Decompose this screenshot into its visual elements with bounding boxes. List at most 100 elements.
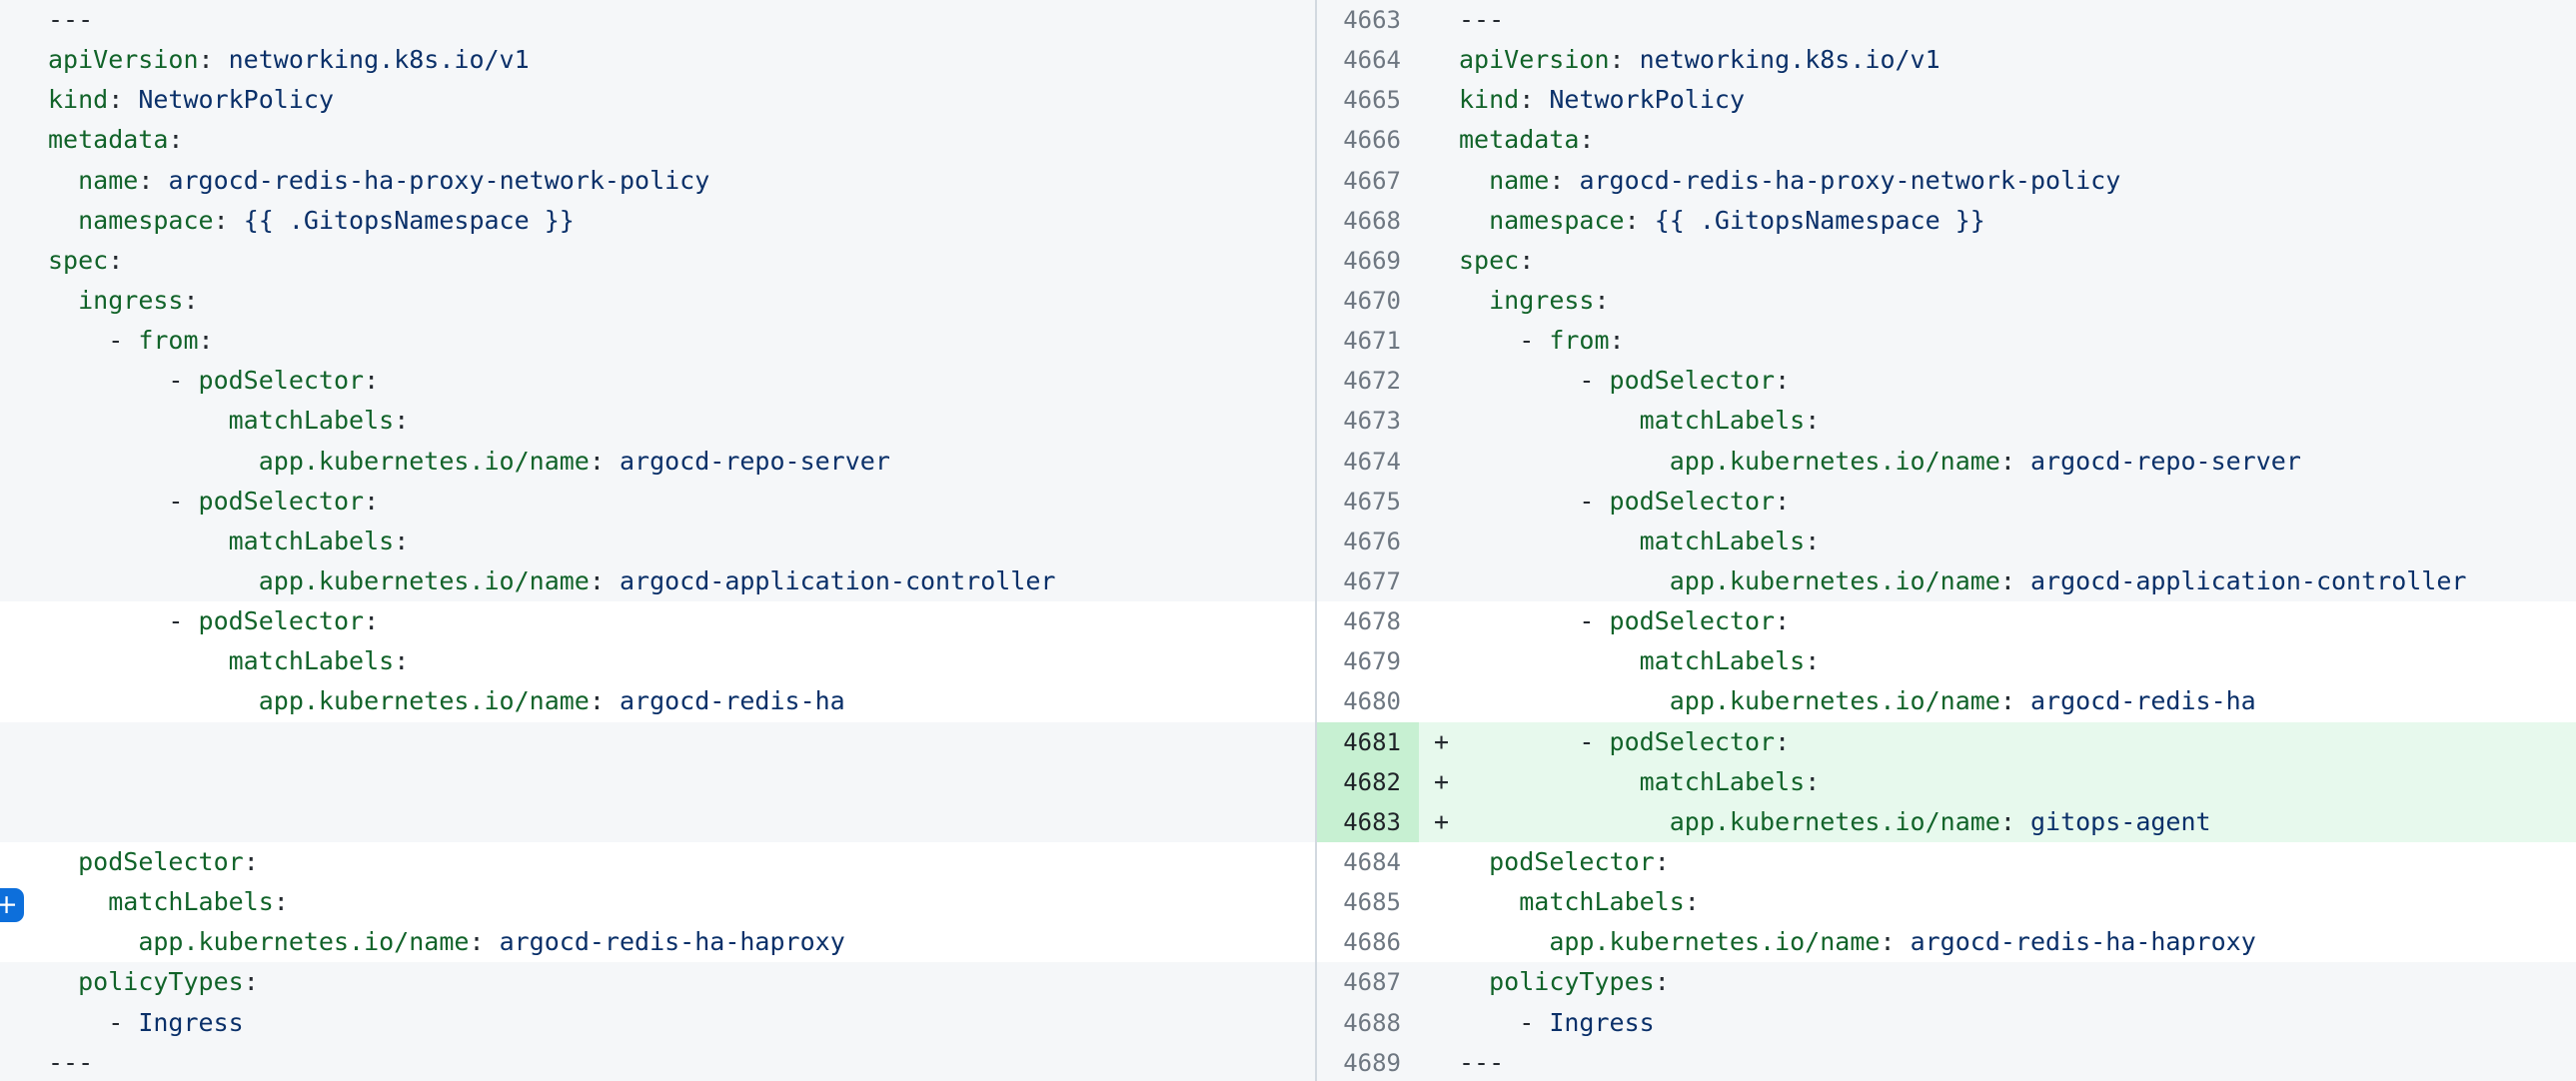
- yaml-punctuation: [1459, 967, 1489, 996]
- yaml-punctuation: [48, 286, 78, 315]
- old-code-cell: ingress:: [0, 281, 1317, 321]
- yaml-punctuation: [48, 527, 229, 555]
- yaml-value: argocd-application-controller: [620, 566, 1056, 595]
- new-line-number[interactable]: 4687: [1317, 962, 1419, 1002]
- new-line-number[interactable]: 4674: [1317, 442, 1419, 482]
- new-line-number[interactable]: 4673: [1317, 401, 1419, 441]
- new-line-number[interactable]: 4688: [1317, 1003, 1419, 1043]
- diff-added-marker: [1419, 161, 1459, 201]
- old-code-cell: app.kubernetes.io/name: argocd-redis-ha-…: [0, 922, 1317, 962]
- new-code-cell: kind: NetworkPolicy: [1459, 80, 2576, 120]
- yaml-punctuation: :: [590, 447, 620, 476]
- yaml-punctuation: [1459, 166, 1489, 195]
- diff-row: matchLabels:4676 matchLabels:: [0, 522, 2576, 561]
- yaml-punctuation: :: [1594, 286, 1609, 315]
- yaml-punctuation: :: [394, 406, 409, 435]
- yaml-punctuation: [48, 447, 259, 476]
- diff-row: app.kubernetes.io/name: argocd-repo-serv…: [0, 442, 2576, 482]
- diff-row: - Ingress4688 - Ingress: [0, 1003, 2576, 1043]
- yaml-punctuation: :: [183, 286, 198, 315]
- yaml-punctuation: :: [1519, 85, 1549, 114]
- yaml-value: argocd-redis-ha-proxy-network-policy: [168, 166, 709, 195]
- new-line-number[interactable]: 4667: [1317, 161, 1419, 201]
- yaml-punctuation: :: [1655, 847, 1670, 876]
- old-code-cell: kind: NetworkPolicy: [0, 80, 1317, 120]
- new-line-number[interactable]: 4670: [1317, 281, 1419, 321]
- yaml-punctuation: [1459, 927, 1549, 956]
- diff-added-marker: [1419, 601, 1459, 641]
- old-code-cell: ---: [0, 1043, 1317, 1081]
- new-code-cell: matchLabels:: [1459, 641, 2576, 681]
- yaml-value: NetworkPolicy: [138, 85, 334, 114]
- yaml-punctuation: [48, 406, 229, 435]
- old-code-cell: [0, 762, 1317, 802]
- new-line-number[interactable]: 4676: [1317, 522, 1419, 561]
- yaml-punctuation: :: [1775, 487, 1790, 516]
- yaml-key: app.kubernetes.io/name: [259, 686, 590, 715]
- old-code-cell: ---: [0, 0, 1317, 40]
- yaml-punctuation: :: [1625, 206, 1655, 235]
- new-line-number[interactable]: 4675: [1317, 482, 1419, 522]
- new-line-number[interactable]: 4665: [1317, 80, 1419, 120]
- yaml-punctuation: [48, 166, 78, 195]
- yaml-punctuation: :: [1610, 326, 1625, 355]
- yaml-key: app.kubernetes.io/name: [1670, 566, 2000, 595]
- new-code-cell: apiVersion: networking.k8s.io/v1: [1459, 40, 2576, 80]
- new-line-number[interactable]: 4689: [1317, 1043, 1419, 1081]
- new-line-number[interactable]: 4682: [1317, 762, 1419, 802]
- new-code-cell: - podSelector:: [1459, 361, 2576, 401]
- new-code-cell: ingress:: [1459, 281, 2576, 321]
- diff-row: - podSelector:4675 - podSelector:: [0, 482, 2576, 522]
- new-line-number[interactable]: 4668: [1317, 201, 1419, 241]
- diff-added-marker: [1419, 361, 1459, 401]
- diff-row: podSelector:4684 podSelector:: [0, 842, 2576, 882]
- new-line-number[interactable]: 4686: [1317, 922, 1419, 962]
- diff-row: 4683+ app.kubernetes.io/name: gitops-age…: [0, 802, 2576, 842]
- old-code-cell: [0, 722, 1317, 762]
- yaml-punctuation: :: [138, 166, 168, 195]
- yaml-key: matchLabels: [108, 887, 274, 916]
- new-line-number[interactable]: 4669: [1317, 241, 1419, 281]
- yaml-key: podSelector: [199, 487, 365, 516]
- new-line-number[interactable]: 4663: [1317, 0, 1419, 40]
- diff-added-marker: [1419, 40, 1459, 80]
- yaml-key: podSelector: [1489, 847, 1655, 876]
- old-code-cell: - podSelector:: [0, 482, 1317, 522]
- new-line-number[interactable]: 4664: [1317, 40, 1419, 80]
- add-line-comment-button[interactable]: +: [0, 888, 24, 922]
- new-line-number[interactable]: 4666: [1317, 120, 1419, 160]
- yaml-punctuation: [48, 847, 78, 876]
- yaml-punctuation: :: [168, 125, 183, 154]
- yaml-punctuation: :: [244, 967, 259, 996]
- diff-added-marker: [1419, 842, 1459, 882]
- old-code-cell: - Ingress: [0, 1003, 1317, 1043]
- diff-added-marker: [1419, 201, 1459, 241]
- yaml-punctuation: :: [394, 527, 409, 555]
- new-line-number[interactable]: 4680: [1317, 681, 1419, 721]
- diff-added-marker: [1419, 442, 1459, 482]
- new-line-number[interactable]: 4671: [1317, 321, 1419, 361]
- yaml-value: argocd-repo-server: [2030, 447, 2301, 476]
- new-line-number[interactable]: 4672: [1317, 361, 1419, 401]
- yaml-key: app.kubernetes.io/name: [1670, 807, 2000, 836]
- yaml-punctuation: -: [48, 606, 199, 635]
- new-line-number[interactable]: 4678: [1317, 601, 1419, 641]
- yaml-punctuation: [48, 927, 138, 956]
- yaml-key: matchLabels: [229, 646, 395, 675]
- yaml-punctuation: -: [1459, 606, 1610, 635]
- new-line-number[interactable]: 4681: [1317, 722, 1419, 762]
- yaml-punctuation: :: [214, 206, 244, 235]
- new-line-number[interactable]: 4679: [1317, 641, 1419, 681]
- new-line-number[interactable]: 4685: [1317, 882, 1419, 922]
- yaml-key: name: [78, 166, 138, 195]
- new-line-number[interactable]: 4683: [1317, 802, 1419, 842]
- new-code-cell: spec:: [1459, 241, 2576, 281]
- yaml-punctuation: :: [274, 887, 289, 916]
- diff-row: ingress:4670 ingress:: [0, 281, 2576, 321]
- yaml-key: app.kubernetes.io/name: [1670, 686, 2000, 715]
- new-line-number[interactable]: 4684: [1317, 842, 1419, 882]
- diff-added-marker: [1419, 962, 1459, 1002]
- diff-row: - podSelector:4672 - podSelector:: [0, 361, 2576, 401]
- new-line-number[interactable]: 4677: [1317, 561, 1419, 601]
- old-code-cell: app.kubernetes.io/name: argocd-applicati…: [0, 561, 1317, 601]
